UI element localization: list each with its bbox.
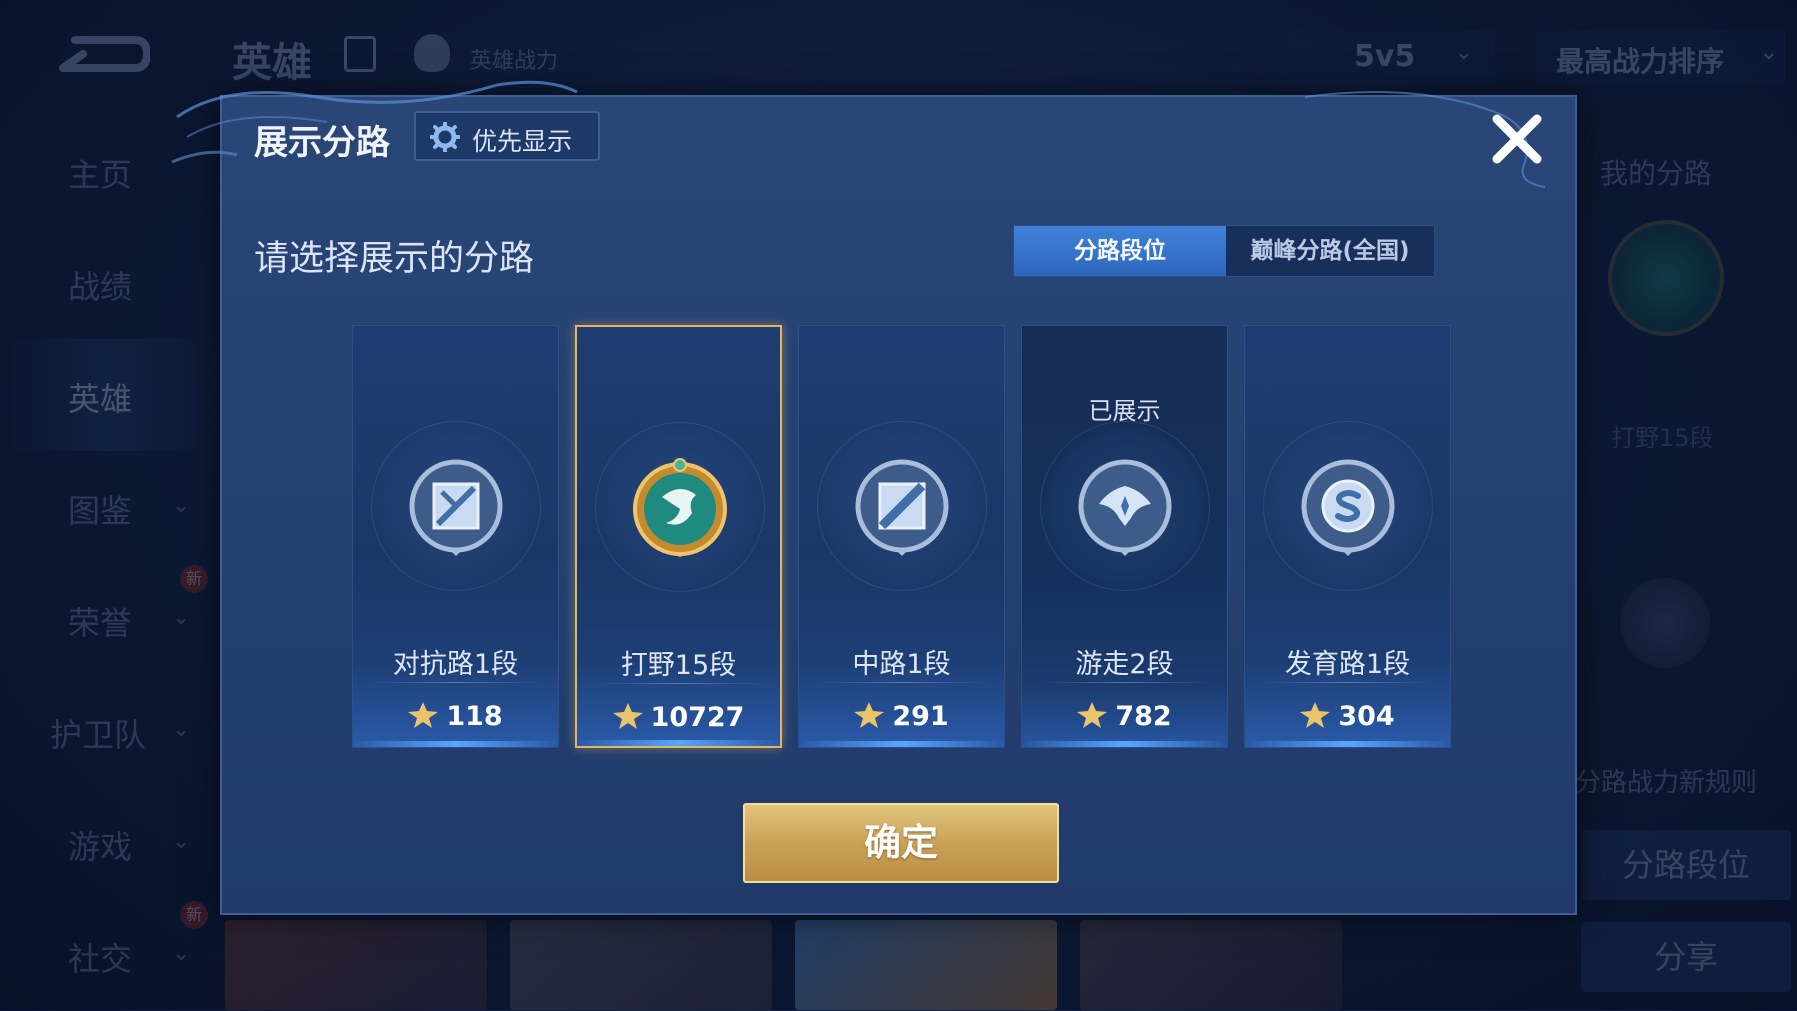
roam-wings-icon — [1078, 459, 1172, 556]
lane-card-clash[interactable]: 对抗路1段 118 — [352, 325, 559, 748]
priority-display-label: 优先显示 — [472, 127, 573, 156]
close-icon[interactable] — [1487, 109, 1547, 169]
lane-power-score: 10727 — [577, 702, 780, 733]
lane-power-value: 782 — [1115, 701, 1172, 732]
mid-lane-icon — [855, 459, 949, 556]
divider — [1040, 682, 1210, 683]
divider — [817, 682, 987, 683]
lane-rank-label: 游走2段 — [1075, 649, 1174, 680]
lane-type-tabs: 分路段位 巅峰分路(全国) — [1013, 225, 1435, 277]
lane-card-jungle[interactable]: 打野15段 10727 — [575, 325, 782, 748]
tab-lane-rank[interactable]: 分路段位 — [1014, 226, 1226, 276]
priority-display-button[interactable]: 优先显示 — [414, 111, 600, 161]
lane-power-score: 304 — [1245, 701, 1450, 732]
lane-card-farm[interactable]: 发育路1段 304 — [1244, 325, 1451, 748]
lane-power-value: 291 — [892, 701, 949, 732]
dialog-title: 展示分路 — [254, 123, 390, 163]
card-glow — [799, 741, 1004, 747]
lane-rank-label: 中路1段 — [852, 649, 951, 680]
tab-peak-lane-national[interactable]: 巅峰分路(全国) — [1226, 226, 1434, 276]
power-icon — [854, 702, 885, 728]
lane-power-value: 118 — [446, 701, 503, 732]
jungle-dragon-icon — [633, 458, 727, 557]
power-icon — [1077, 702, 1108, 728]
card-glow — [1245, 741, 1450, 747]
lane-rank-label: 对抗路1段 — [392, 649, 519, 680]
lane-power-score: 291 — [799, 701, 1004, 732]
lane-power-score: 118 — [353, 701, 558, 732]
confirm-button[interactable]: 确定 — [743, 803, 1059, 883]
card-glow — [577, 740, 780, 746]
power-icon — [612, 703, 643, 729]
lane-power-value: 304 — [1338, 701, 1395, 732]
divider — [1263, 682, 1433, 683]
select-lane-prompt: 请选择展示的分路 — [254, 239, 535, 279]
card-glow — [1022, 741, 1227, 747]
lane-card-mid[interactable]: 中路1段 291 — [798, 325, 1005, 748]
lane-power-value: 10727 — [650, 702, 745, 733]
card-glow — [353, 741, 558, 747]
clash-lane-icon — [409, 459, 503, 556]
lane-power-score: 782 — [1022, 701, 1227, 732]
divider — [595, 683, 765, 684]
lane-card-list: 对抗路1段 118 打野15段 10727 中路1段 291 已展示 游走2段 … — [352, 325, 1452, 750]
gear-icon — [430, 122, 460, 152]
lane-rank-label: 发育路1段 — [1284, 649, 1411, 680]
divider — [371, 682, 541, 683]
lane-rank-label: 打野15段 — [620, 650, 737, 681]
display-lane-dialog: 展示分路 优先显示 请选择展示的分路 分路段位 巅峰分路(全国) 对抗路1段 1… — [171, 80, 1577, 915]
power-icon — [1300, 702, 1331, 728]
lane-card-roam[interactable]: 已展示 游走2段 782 — [1021, 325, 1228, 748]
farm-lane-icon — [1301, 459, 1395, 556]
power-icon — [408, 702, 439, 728]
